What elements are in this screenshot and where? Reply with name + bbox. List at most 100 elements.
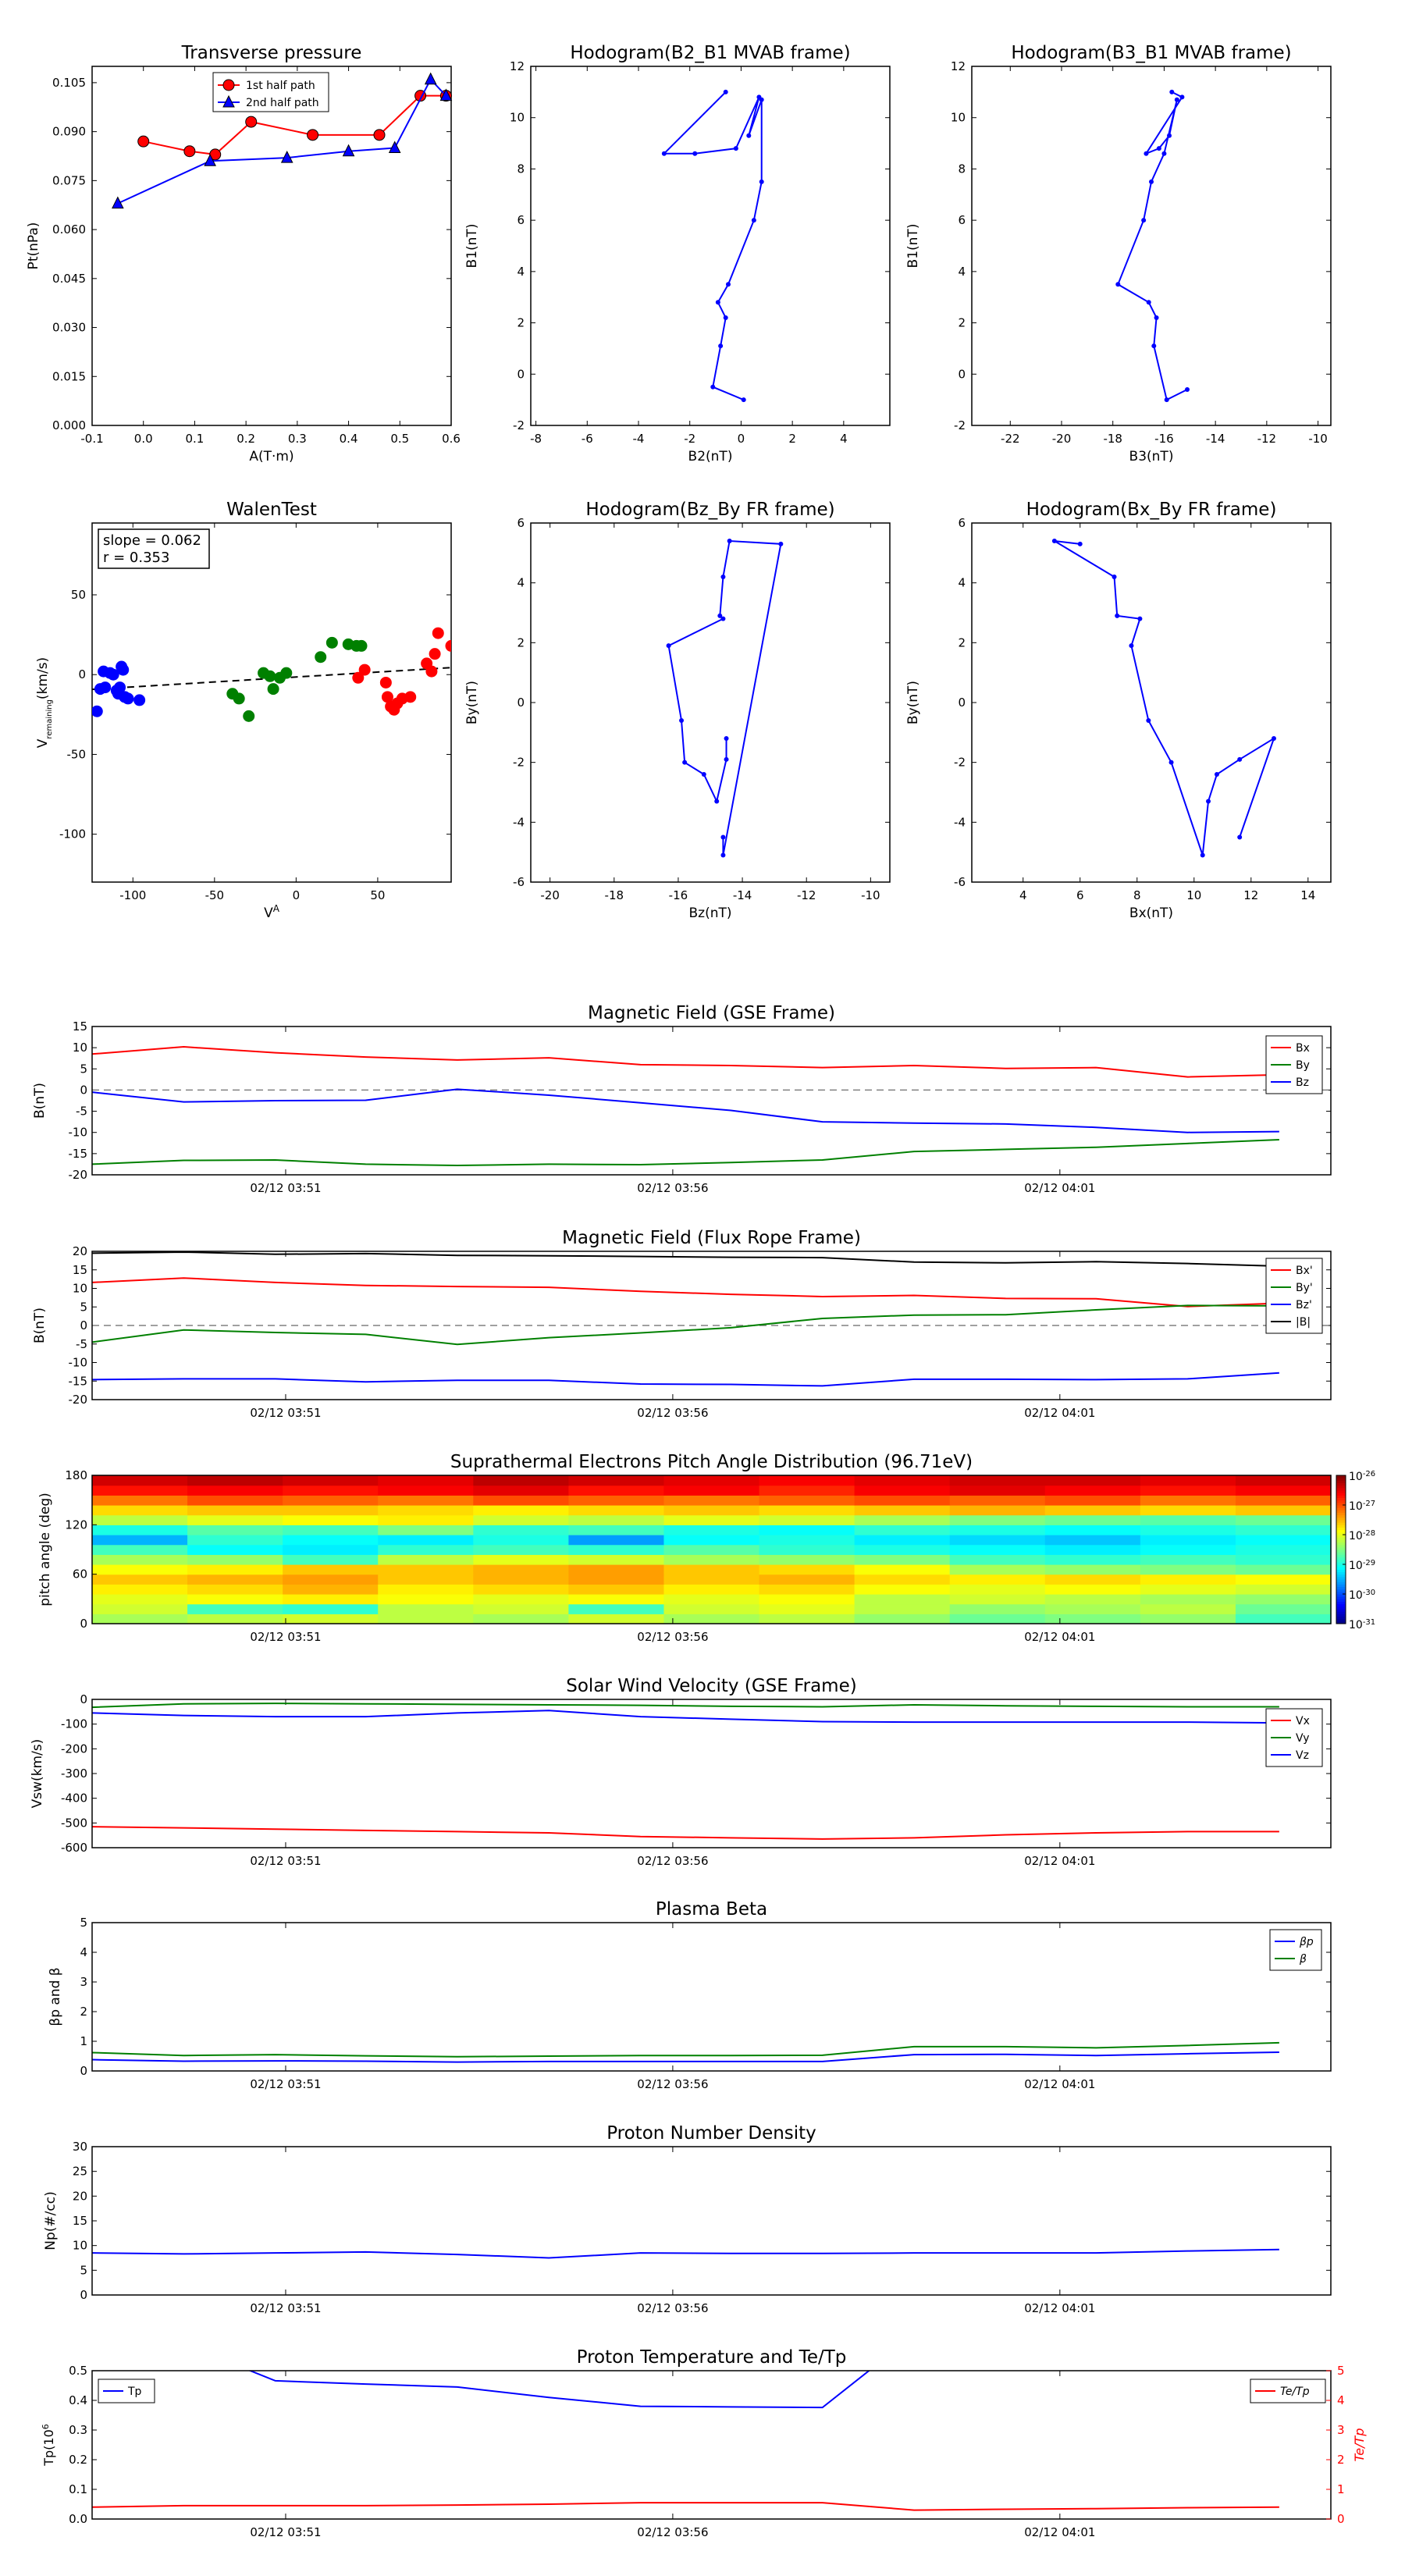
heatmap-cell [854, 1574, 951, 1585]
y-tick-label: 60 [73, 1567, 87, 1582]
plot-frame [971, 66, 1332, 426]
y-tick-label: 6 [958, 516, 966, 530]
heatmap-cell [854, 1535, 951, 1546]
heatmap-cell [283, 1514, 379, 1525]
y-tick-label: 0.0 [69, 2512, 87, 2526]
plot-frame [91, 1251, 1332, 1400]
heatmap-cell [1140, 1485, 1236, 1496]
x-tick-label: -10 [1308, 432, 1328, 446]
series-line-Bx [92, 1046, 1279, 1078]
heatmap-cell [949, 1614, 1046, 1624]
data-point [1164, 397, 1169, 403]
heatmap-cell [473, 1544, 569, 1555]
data-point [1271, 736, 1276, 741]
heatmap-cell [378, 1535, 474, 1546]
data-point [1200, 852, 1205, 858]
colorbar-step [1336, 1552, 1346, 1555]
heatmap-cell [92, 1505, 188, 1516]
legend-label: Bz' [1296, 1299, 1312, 1311]
heatmap-cell [1140, 1603, 1236, 1614]
colorbar-step [1336, 1495, 1346, 1498]
data-point [718, 343, 724, 349]
data-point [1137, 616, 1143, 621]
y-axis-label: βp and β [48, 1967, 63, 2026]
scatter-point [107, 668, 119, 681]
data-point [723, 315, 728, 320]
y-axis-label: B(nT) [32, 1083, 48, 1119]
data-point [1185, 387, 1190, 392]
x-axis-label: B3(nT) [1129, 449, 1174, 464]
y-tick-label: 4 [517, 576, 525, 590]
x-tick-label: -18 [1103, 432, 1122, 446]
heatmap-cell [854, 1525, 951, 1535]
heatmap-cell [759, 1495, 855, 1506]
plot-frame [91, 2146, 1332, 2296]
series-line-Vx [92, 1826, 1279, 1840]
heatmap-cell [1140, 1574, 1236, 1585]
heatmap-cell [949, 1525, 1046, 1535]
y-tick-label: -2 [513, 756, 525, 770]
heatmap-cell [187, 1514, 283, 1525]
heatmap-cell [949, 1535, 1046, 1546]
data-point [726, 282, 731, 287]
heatmap-cell [378, 1514, 474, 1525]
chart-title: Plasma Beta [656, 1899, 767, 1920]
data-point [727, 539, 732, 543]
y-tick-label: -20 [69, 1168, 88, 1182]
heatmap-cell [283, 1584, 379, 1595]
y-axis-label: Pt(nPa) [26, 222, 41, 270]
heatmap-cell [378, 1564, 474, 1575]
heatmap-cell [92, 1594, 188, 1605]
heatmap-cell [1140, 1475, 1236, 1486]
heatmap-cell [1235, 1525, 1332, 1535]
heatmap-cell [568, 1495, 665, 1506]
heatmap-cell [568, 1603, 665, 1614]
heatmap-cell [949, 1603, 1046, 1614]
legend-label: Vz [1296, 1749, 1309, 1762]
heatmap-cell [92, 1514, 188, 1525]
chart-title: Hodogram(Bz_By FR frame) [585, 500, 834, 520]
data-point [1169, 89, 1175, 94]
heatmap-cell [92, 1554, 188, 1565]
colorbar-step [1336, 1596, 1346, 1599]
heatmap-cell [854, 1495, 951, 1506]
heatmap-cell [1044, 1603, 1141, 1614]
scatter-point [117, 664, 130, 676]
chart-title: Transverse pressure [181, 43, 362, 63]
heatmap-cell [283, 1603, 379, 1614]
y-tick-label: 20 [73, 2189, 87, 2203]
y-tick-label: 0.090 [52, 125, 86, 139]
heatmap-cell [187, 1495, 283, 1506]
heatmap-cell [378, 1485, 474, 1496]
heatmap-cell [663, 1514, 760, 1525]
colorbar-step [1336, 1611, 1346, 1614]
x-tick-label: 02/12 04:01 [1024, 1854, 1095, 1868]
colorbar-step [1336, 1527, 1346, 1531]
colorbar-step [1336, 1554, 1346, 1557]
y-tick-label: 12 [510, 59, 525, 73]
colorbar-label: 10-28 [1349, 1529, 1375, 1543]
legend-label: 2nd half path [246, 97, 319, 109]
heatmap-cell [568, 1574, 665, 1585]
y-tick-label: 5 [80, 1062, 87, 1076]
series-line-β [92, 2041, 1279, 2058]
data-point [245, 116, 258, 128]
data-point [661, 151, 667, 156]
colorbar-step [1336, 1542, 1346, 1546]
heatmap-cell [568, 1564, 665, 1575]
data-point [1149, 179, 1154, 184]
data-point [1077, 541, 1083, 546]
heatmap-cell [92, 1535, 188, 1546]
heatmap-cell [854, 1544, 951, 1555]
data-point [1141, 218, 1147, 223]
y-tick-label: 0.015 [52, 369, 86, 383]
colorbar-step [1336, 1616, 1346, 1620]
y-tick-label: 0 [80, 1617, 87, 1631]
panel-transverse-pressure: Transverse pressure -0.1 0.0 0.1 0.2 0.3 0.4 0.… [26, 43, 461, 464]
scatter-point [264, 670, 276, 682]
panel-beta: Plasma Beta 02/12 03:51 02/12 03:56 02/12 0… [48, 1899, 1332, 2091]
heatmap-cell [759, 1574, 855, 1585]
heatmap-cell [378, 1554, 474, 1565]
heatmap-cell [1140, 1505, 1236, 1516]
heatmap-cell [473, 1594, 569, 1605]
